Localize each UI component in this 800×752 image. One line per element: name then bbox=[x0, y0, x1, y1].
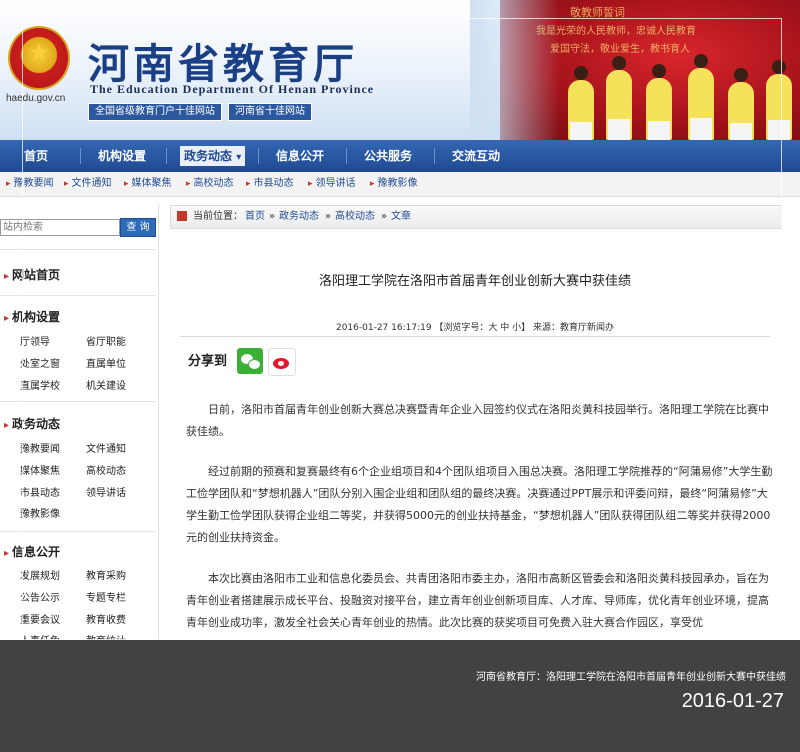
award-badge-national: 全国省级教育门户十佳网站 bbox=[88, 103, 222, 121]
sidebar-link-announcements[interactable]: 公告公示 bbox=[20, 589, 60, 604]
breadcrumb-separator: » bbox=[325, 211, 332, 222]
nav-interaction[interactable]: 交流互动 bbox=[452, 140, 500, 172]
nav-separator bbox=[434, 148, 435, 164]
sidebar-link-notices[interactable]: 文件通知 bbox=[86, 440, 126, 455]
subnav-notices[interactable]: 文件通知 bbox=[64, 172, 112, 196]
sidebar-link-media-focus[interactable]: 媒体聚焦 bbox=[20, 462, 60, 477]
main-nav: 首页 机构设置 政务动态 ▾ 信息公开 公共服务 交流互动 bbox=[0, 140, 800, 172]
performer-figure bbox=[568, 66, 594, 140]
location-icon bbox=[177, 211, 187, 221]
performer-figure bbox=[766, 60, 792, 140]
sidebar-link-organ-building[interactable]: 机关建设 bbox=[86, 377, 126, 392]
award-badge-province: 河南省十佳网站 bbox=[228, 103, 312, 121]
divider bbox=[0, 401, 155, 402]
nav-government-affairs-label: 政务动态 bbox=[184, 149, 233, 163]
breadcrumb-government-affairs[interactable]: 政务动态 bbox=[279, 206, 319, 228]
site-title[interactable]: 河南省教育厅 bbox=[88, 30, 358, 90]
caption-title: 河南省教育厅：洛阳理工学院在洛阳市首届青年创业创新大赛中获佳绩 bbox=[476, 672, 786, 683]
sidebar-link-divisions[interactable]: 处室之窗 bbox=[20, 355, 60, 370]
sidebar-link-special-topics[interactable]: 专题专栏 bbox=[86, 589, 126, 604]
subnav-images[interactable]: 豫教影像 bbox=[370, 172, 418, 196]
subnav-leader-speeches[interactable]: 领导讲话 bbox=[308, 172, 356, 196]
performer-figure bbox=[646, 64, 672, 140]
article-paragraph: 经过前期的预赛和复赛最终有6个企业组项目和4个团队组项目入围总决赛。洛阳理工学院… bbox=[186, 465, 773, 544]
subnav-city-county-news[interactable]: 市县动态 bbox=[246, 172, 294, 196]
divider bbox=[180, 336, 770, 337]
performer-figure bbox=[728, 68, 754, 140]
search-button[interactable]: 查 询 bbox=[120, 218, 156, 237]
article-meta[interactable]: 2016-01-27 16:17:19 【浏览字号：大 中 小】 来源：教育厅新… bbox=[170, 320, 780, 333]
sidebar-link-development-planning[interactable]: 发展规划 bbox=[20, 567, 60, 582]
subnav-university-news[interactable]: 高校动态 bbox=[186, 172, 234, 196]
caption-bar: 河南省教育厅：洛阳理工学院在洛阳市首届青年创业创新大赛中获佳绩 2016-01-… bbox=[0, 640, 800, 752]
wechat-share-icon[interactable] bbox=[237, 348, 263, 374]
divider bbox=[0, 249, 155, 250]
sidebar: 查 询 网站首页 机构设置 厅领导 省厅职能 处室之窗 直属单位 直属学校 机关… bbox=[0, 205, 159, 647]
share-label: 分享到 bbox=[188, 354, 228, 369]
divider bbox=[0, 295, 155, 296]
nav-government-affairs[interactable]: 政务动态 ▾ bbox=[180, 146, 246, 166]
weibo-share-icon[interactable] bbox=[268, 348, 296, 376]
sidebar-link-functions[interactable]: 省厅职能 bbox=[86, 333, 126, 348]
nav-info-disclosure[interactable]: 信息公开 bbox=[276, 140, 324, 172]
breadcrumb-article: 文章 bbox=[391, 211, 411, 222]
performer-figure bbox=[688, 54, 714, 140]
breadcrumb-prefix: 当前位置： bbox=[193, 211, 243, 222]
breadcrumb-separator: » bbox=[269, 211, 276, 222]
breadcrumb: 当前位置： 首页 » 政务动态 » 高校动态 » 文章 bbox=[170, 205, 782, 229]
sidebar-link-leaders[interactable]: 厅领导 bbox=[20, 333, 50, 348]
site-search-input[interactable] bbox=[0, 219, 120, 236]
sidebar-link-images[interactable]: 豫教影像 bbox=[20, 505, 60, 520]
nav-organization[interactable]: 机构设置 bbox=[98, 140, 146, 172]
article-title: 洛阳理工学院在洛阳市首届青年创业创新大赛中获佳绩 bbox=[318, 274, 631, 289]
sub-nav: 豫教要闻 文件通知 媒体聚焦 高校动态 市县动态 领导讲话 豫教影像 bbox=[0, 172, 800, 197]
sidebar-link-henan-news[interactable]: 豫教要闻 bbox=[20, 440, 60, 455]
caption-date: 2016-01-27 bbox=[681, 690, 784, 712]
article-paragraph: 日前，洛阳市首届青年创业创新大赛总决赛暨青年企业入园签约仪式在洛阳炎黄科技园举行… bbox=[186, 403, 769, 438]
nav-home[interactable]: 首页 bbox=[24, 140, 48, 172]
site-domain: haedu.gov.cn bbox=[6, 93, 66, 104]
divider bbox=[0, 531, 155, 532]
nav-public-services[interactable]: 公共服务 bbox=[364, 140, 412, 172]
national-emblem-icon[interactable]: ★ bbox=[8, 26, 70, 90]
article: 洛阳理工学院在洛阳市首届青年创业创新大赛中获佳绩 2016-01-27 16:1… bbox=[170, 232, 780, 640]
sidebar-section-organization[interactable]: 机构设置 bbox=[4, 308, 60, 325]
sidebar-link-city-county-news[interactable]: 市县动态 bbox=[20, 484, 60, 499]
sidebar-link-leader-speeches[interactable]: 领导讲话 bbox=[86, 484, 126, 499]
chevron-down-icon: ▾ bbox=[236, 152, 242, 163]
breadcrumb-university-news[interactable]: 高校动态 bbox=[335, 206, 375, 228]
nav-separator bbox=[166, 148, 167, 164]
sidebar-section-government-affairs[interactable]: 政务动态 bbox=[4, 415, 60, 432]
sidebar-section-info-disclosure[interactable]: 信息公开 bbox=[4, 543, 60, 560]
banner-text-1: 敬教师誓词 bbox=[570, 6, 625, 19]
performers-illustration bbox=[560, 45, 800, 140]
sidebar-link-education-fees[interactable]: 教育收费 bbox=[86, 611, 126, 626]
breadcrumb-separator: » bbox=[381, 211, 388, 222]
subnav-media-focus[interactable]: 媒体聚焦 bbox=[124, 172, 172, 196]
sidebar-section-home[interactable]: 网站首页 bbox=[4, 266, 60, 283]
site-title-english: The Education Department Of Henan Provin… bbox=[90, 82, 375, 96]
banner-text-2: 我是光荣的人民教师，忠诚人民教育 bbox=[536, 26, 696, 37]
performer-figure bbox=[606, 56, 632, 140]
sidebar-link-affiliated-schools[interactable]: 直属学校 bbox=[20, 377, 60, 392]
sidebar-link-procurement[interactable]: 教育采购 bbox=[86, 567, 126, 582]
subnav-henan-news[interactable]: 豫教要闻 bbox=[6, 172, 54, 196]
article-paragraph: 本次比赛由洛阳市工业和信息化委员会、共青团洛阳市委主办，洛阳市高新区管委会和洛阳… bbox=[186, 572, 769, 629]
header-fade bbox=[470, 0, 560, 140]
sidebar-link-university-news[interactable]: 高校动态 bbox=[86, 462, 126, 477]
sidebar-link-important-meetings[interactable]: 重要会议 bbox=[20, 611, 60, 626]
breadcrumb-home[interactable]: 首页 bbox=[245, 206, 265, 228]
nav-separator bbox=[258, 148, 259, 164]
site-header: 敬教师誓词 我是光荣的人民教师，忠诚人民教育 爱国守法，敬业爱生，教书育人 ★ … bbox=[0, 0, 800, 140]
nav-separator bbox=[80, 148, 81, 164]
nav-separator bbox=[346, 148, 347, 164]
sidebar-link-affiliated-units[interactable]: 直属单位 bbox=[86, 355, 126, 370]
